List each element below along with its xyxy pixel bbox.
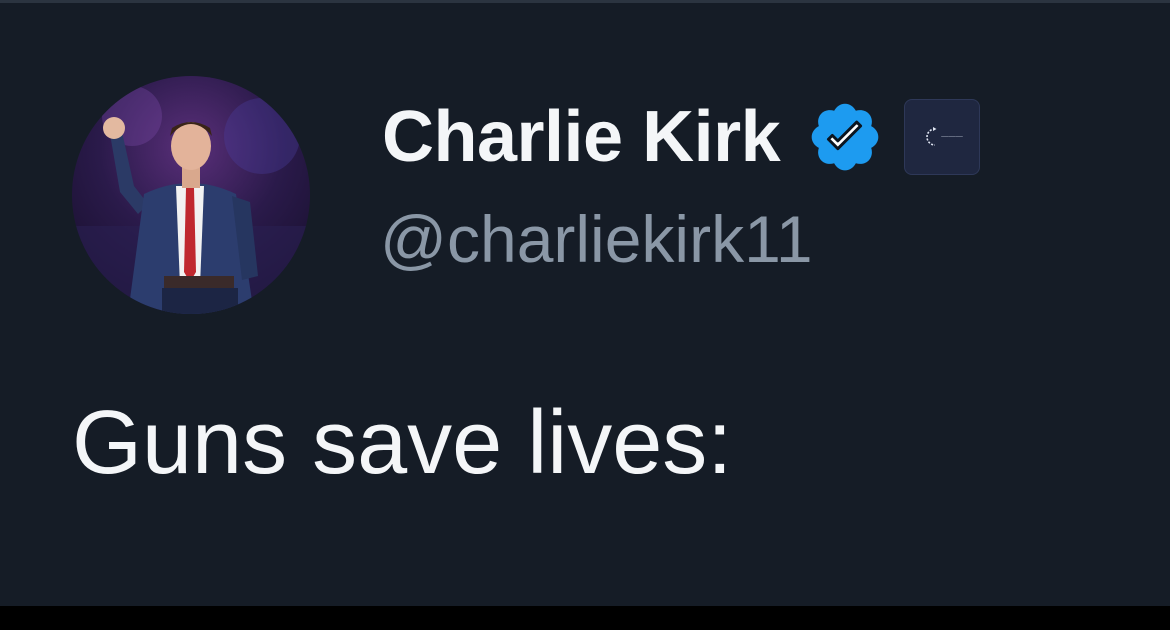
- affiliate-logo-icon: [926, 127, 937, 146]
- author-handle[interactable]: @charliekirk11: [380, 206, 813, 272]
- tweet-card: Charlie Kirk ——— @charliekirk11 Guns sav…: [0, 0, 1170, 630]
- top-divider: [0, 0, 1170, 3]
- author-display-name[interactable]: Charlie Kirk: [382, 101, 781, 173]
- tweet-text: Guns save lives:: [72, 393, 733, 493]
- author-name-row: Charlie Kirk ———: [382, 92, 981, 182]
- affiliate-logo-wordmark: ———: [941, 132, 964, 141]
- bottom-divider: [0, 606, 1170, 630]
- affiliate-organization-icon[interactable]: ———: [904, 99, 981, 175]
- avatar-photo-icon: [72, 86, 310, 314]
- verified-badge-icon[interactable]: [806, 98, 884, 176]
- avatar[interactable]: [72, 76, 310, 314]
